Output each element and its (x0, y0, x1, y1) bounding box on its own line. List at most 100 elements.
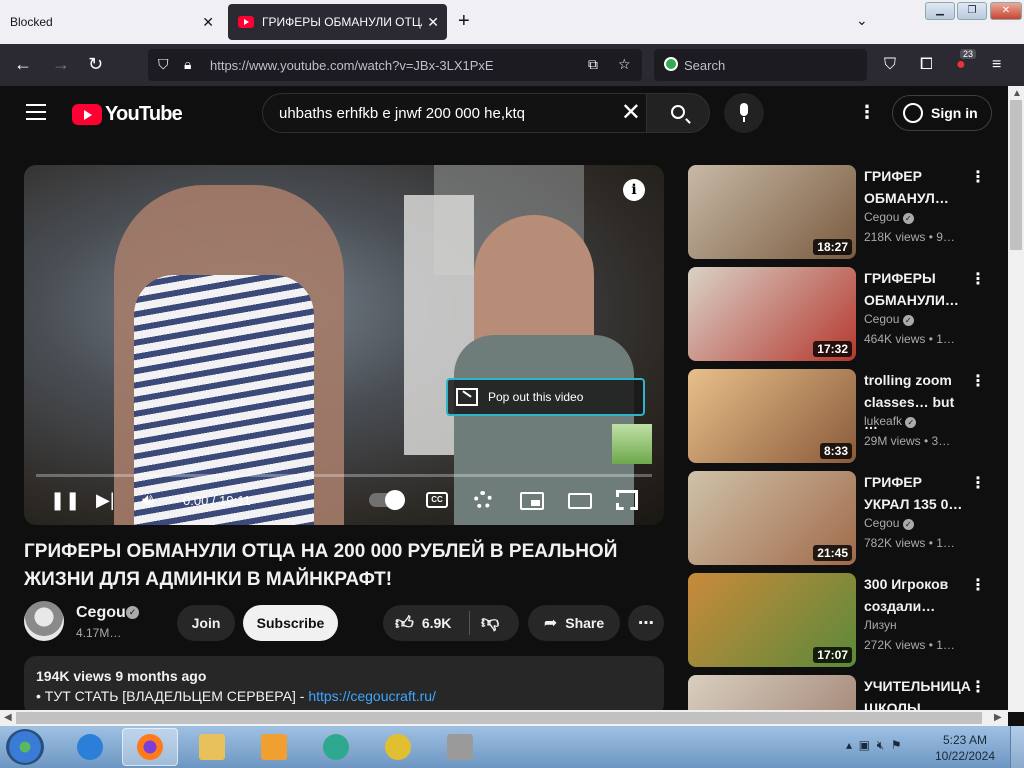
system-tray-icons[interactable]: ▴ ▣ 🔇︎ ⚑ (846, 738, 902, 753)
pocket-icon[interactable]: ⛉ (884, 56, 896, 74)
dislike-icon[interactable]: 👎︎ (481, 611, 499, 633)
video-thumbnail[interactable]: 21:45 (688, 471, 856, 565)
search-placeholder: Search (684, 58, 726, 73)
video-title[interactable]: 300 Игроков создали… (864, 573, 964, 617)
voice-search-icon[interactable] (724, 93, 764, 133)
description-box[interactable]: 194K views 9 months ago • ТУТ СТАТЬ [ВЛА… (24, 656, 664, 716)
video-meta: 29M views • 3… (864, 434, 951, 448)
firefox-icon[interactable] (122, 728, 178, 766)
picture-in-picture-icon[interactable]: ⧉ (588, 56, 598, 73)
video-actions-icon[interactable]: ⋮ (970, 575, 986, 595)
info-icon[interactable]: i (623, 179, 645, 201)
volume-icon[interactable]: 🔊︎ (142, 490, 153, 511)
scroll-up-icon[interactable]: ▲ (1012, 88, 1022, 99)
like-dislike-group: 👍︎ 6.9K 👎︎ (383, 605, 519, 641)
menu-icon[interactable]: ≡ (992, 56, 1001, 74)
file-explorer-icon[interactable] (184, 728, 240, 766)
recommended-video[interactable]: 21:45 ГРИФЕР УКРАЛ 135 0… Cegou ✓ 782K view… (688, 471, 994, 567)
subtitles-icon[interactable]: CC (426, 492, 448, 508)
media-player-icon[interactable] (246, 728, 302, 766)
channel-name[interactable]: Cegou ✓ (864, 210, 914, 224)
video-actions-icon[interactable]: ⋮ (970, 167, 986, 187)
youtube-logo[interactable]: YouTube (72, 103, 183, 126)
settings-more-icon[interactable]: ⋮ (858, 102, 876, 123)
video-title[interactable]: ГРИФЕР УКРАЛ 135 0… (864, 471, 964, 515)
tracking-protection-icon[interactable]: ⛉ (158, 56, 169, 73)
start-button[interactable] (6, 729, 44, 765)
search-input[interactable]: uhbaths erhfkb e jnwf 200 000 he,ktq ✕ (262, 93, 648, 133)
settings-gear-icon[interactable] (474, 491, 492, 509)
channel-label: Cegou (864, 312, 900, 326)
channel-name[interactable]: Cegou ✓ (864, 312, 914, 326)
internet-explorer-icon[interactable] (62, 728, 118, 766)
sign-in-button[interactable]: Sign in (892, 95, 992, 131)
new-tab-icon[interactable]: + (458, 10, 470, 33)
share-button[interactable]: ➦ Share (528, 605, 620, 641)
tab-blocked[interactable]: Blocked ✕ (0, 4, 222, 40)
channel-name[interactable]: Cegou ✓ (864, 516, 914, 530)
back-icon[interactable]: ← (14, 54, 32, 75)
autoplay-toggle[interactable] (369, 490, 405, 510)
tab-youtube-video[interactable]: ГРИФЕРЫ ОБМАНУЛИ ОТЦА Н ✕ (228, 4, 447, 40)
video-thumbnail[interactable]: 17:07 (688, 573, 856, 667)
recommended-video[interactable]: 8:33 trolling zoom classes… but … lukeafk … (688, 369, 994, 465)
subscribe-button[interactable]: Subscribe (243, 605, 338, 641)
tab-close-icon[interactable]: ✕ (202, 14, 214, 31)
scrollbar-thumb[interactable] (16, 712, 982, 724)
like-icon[interactable]: 👍︎ (395, 612, 414, 634)
video-actions-icon[interactable]: ⋮ (970, 371, 986, 391)
reload-icon[interactable]: ↻ (88, 54, 103, 75)
horizontal-scrollbar[interactable]: ◀ ▶ (0, 710, 1008, 726)
show-desktop-button[interactable] (1010, 726, 1024, 768)
miniplayer-icon[interactable] (520, 492, 544, 510)
search-button[interactable] (646, 93, 710, 133)
recommended-video[interactable]: 17:07 300 Игроков создали… Лизун 272K views… (688, 573, 994, 669)
minimize-window-button[interactable]: ▁ (925, 2, 955, 20)
browser-search-field[interactable]: Search (654, 49, 867, 81)
video-actions-icon[interactable]: ⋮ (970, 677, 986, 697)
forward-icon[interactable]: → (52, 54, 70, 75)
scroll-right-icon[interactable]: ▶ (994, 712, 1002, 723)
channel-name[interactable]: Лизун (864, 618, 897, 632)
channel-name[interactable]: lukeafk ✓ (864, 414, 917, 428)
recommended-video[interactable]: 17:32 ГРИФЕРЫ ОБМАНУЛИ… Cegou ✓ 464K views … (688, 267, 994, 363)
bookmark-star-icon[interactable]: ☆ (618, 56, 631, 73)
app-bee-icon[interactable] (370, 728, 426, 766)
scroll-left-icon[interactable]: ◀ (4, 712, 12, 723)
app-green-icon[interactable] (308, 728, 364, 766)
video-player[interactable]: i Pop out this video ❚❚ ▶︎| 🔊︎ 0:00 / 19… (24, 165, 664, 525)
join-button[interactable]: Join (177, 605, 235, 641)
tab-close-icon[interactable]: ✕ (427, 14, 439, 31)
video-actions-icon[interactable]: ⋮ (970, 269, 986, 289)
recommended-video[interactable]: 18:27 ГРИФЕР ОБМАНУЛ… Cegou ✓ 218K views • … (688, 165, 994, 261)
video-actions-icon[interactable]: ⋮ (970, 473, 986, 493)
pause-icon[interactable]: ❚❚ (50, 490, 80, 511)
video-thumbnail[interactable]: 8:33 (688, 369, 856, 463)
video-thumbnail[interactable]: 17:32 (688, 267, 856, 361)
channel-watermark[interactable] (612, 424, 652, 464)
channel-avatar[interactable] (24, 601, 64, 641)
app-wall-icon[interactable] (432, 728, 488, 766)
close-window-button[interactable]: ✕ (990, 2, 1022, 20)
channel-name[interactable]: Cegou (76, 604, 126, 622)
more-actions-icon[interactable]: ⋯ (628, 605, 664, 641)
clear-search-icon[interactable]: ✕ (621, 98, 641, 127)
lock-icon[interactable]: 🔒︎ (184, 56, 191, 73)
progress-bar[interactable] (36, 474, 652, 477)
video-thumbnail[interactable]: 18:27 (688, 165, 856, 259)
theater-mode-icon[interactable] (568, 493, 592, 509)
description-link[interactable]: https://cegoucraft.ru/ (308, 688, 436, 704)
scrollbar-thumb[interactable] (1010, 100, 1022, 250)
video-title[interactable]: ГРИФЕР ОБМАНУЛ… (864, 165, 964, 209)
like-count[interactable]: 6.9K (422, 615, 452, 631)
vertical-scrollbar[interactable]: ▲ (1008, 86, 1024, 712)
list-all-tabs-icon[interactable]: ⌄ (856, 12, 868, 29)
extensions-icon[interactable]: ⧠ (920, 56, 933, 74)
next-icon[interactable]: ▶︎| (96, 490, 115, 511)
pop-out-video-button[interactable]: Pop out this video (446, 378, 645, 416)
hamburger-menu-icon[interactable] (26, 104, 46, 120)
video-title[interactable]: ГРИФЕРЫ ОБМАНУЛИ… (864, 267, 964, 311)
maximize-window-button[interactable]: ❐ (957, 2, 987, 20)
clock[interactable]: 5:23 AM 10/22/2024 (930, 732, 1000, 764)
address-bar[interactable]: ⛉ 🔒︎ https://www.youtube.com/watch?v=JBx… (148, 49, 642, 81)
